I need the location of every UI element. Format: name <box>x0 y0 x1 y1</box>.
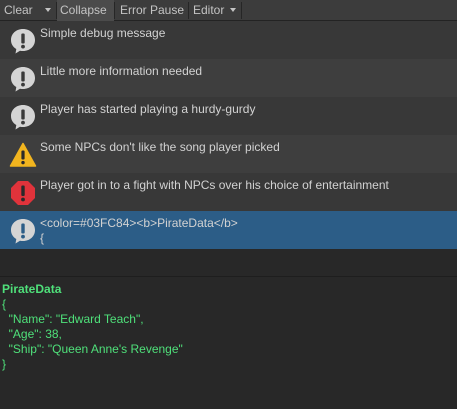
clear-options-dropdown[interactable] <box>40 0 56 21</box>
editor-label: Editor <box>193 3 225 17</box>
log-message: Player got in to a fight with NPCs over … <box>40 178 389 192</box>
log-message: Simple debug message <box>40 26 166 40</box>
detail-line: "Ship": "Queen Anne's Revenge" <box>2 342 183 356</box>
info-icon <box>11 105 35 130</box>
detail-line: "Name": "Edward Teach", <box>2 312 144 326</box>
detail-line: "Age": 38, <box>2 327 62 341</box>
console-toolbar: Clear Collapse Error Pause Editor <box>0 0 457 21</box>
clear-button[interactable]: Clear <box>0 0 40 21</box>
log-entry-selected[interactable]: <color=#03FC84><b>PirateData</b> { <box>0 211 457 249</box>
toolbar-divider <box>241 2 242 19</box>
log-message: Player has started playing a hurdy-gurdy <box>40 102 256 116</box>
log-entry[interactable]: Simple debug message <box>0 21 457 59</box>
log-entry[interactable]: Some NPCs don't like the song player pic… <box>0 135 457 173</box>
editor-dropdown[interactable]: Editor <box>189 0 241 21</box>
log-entry[interactable]: Player has started playing a hurdy-gurdy <box>0 97 457 135</box>
log-list: Simple debug message Little more informa… <box>0 21 457 250</box>
info-icon <box>11 29 35 54</box>
chevron-down-icon <box>229 7 236 12</box>
detail-title: PirateData <box>2 282 62 296</box>
log-entry[interactable]: Player got in to a fight with NPCs over … <box>0 173 457 211</box>
log-entry[interactable]: Little more information needed <box>0 59 457 97</box>
error-icon <box>11 181 35 205</box>
error-pause-toggle[interactable]: Error Pause <box>115 0 188 21</box>
log-message: <color=#03FC84><b>PirateData</b> <box>40 216 238 230</box>
detail-line: { <box>2 297 7 311</box>
chevron-down-icon <box>45 7 51 12</box>
detail-line: } <box>2 357 7 371</box>
info-icon <box>11 67 35 92</box>
stacktrace-detail-panel: PirateData { "Name": "Edward Teach", "Ag… <box>0 277 457 409</box>
collapse-toggle[interactable]: Collapse <box>57 0 114 21</box>
log-message: Some NPCs don't like the song player pic… <box>40 140 280 154</box>
warning-icon <box>9 142 37 167</box>
log-message-line2: { <box>40 231 45 245</box>
info-icon <box>11 219 35 244</box>
log-message: Little more information needed <box>40 64 203 78</box>
